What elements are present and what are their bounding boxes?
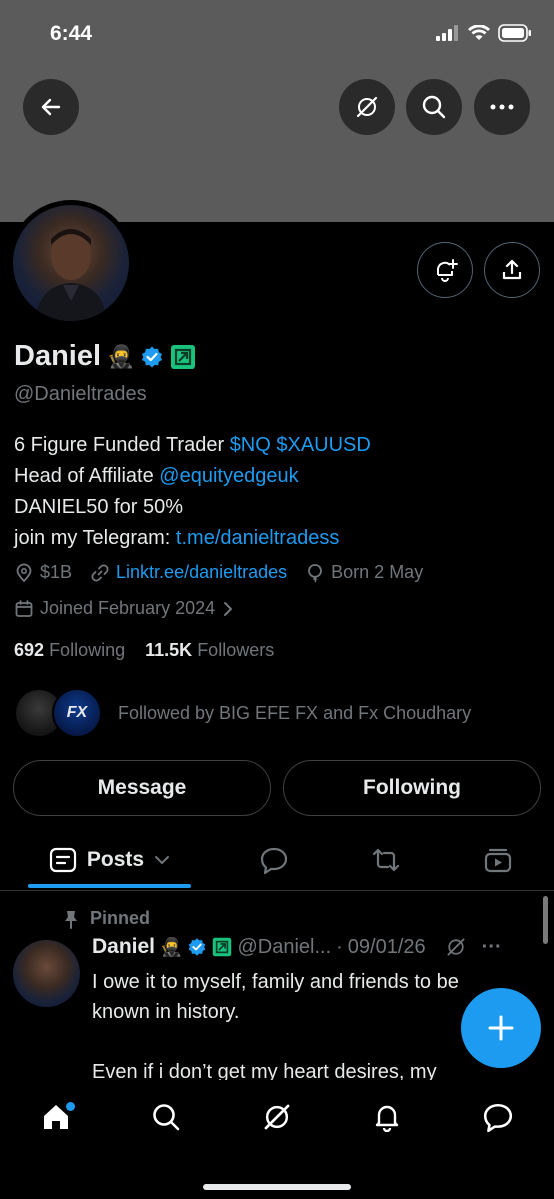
follow-counts: 692 Following 11.5K Followers xyxy=(14,640,274,661)
signal-icon xyxy=(436,25,458,41)
tab-reposts[interactable] xyxy=(358,830,414,890)
post-ninja-emoji: 🥷 xyxy=(160,936,183,957)
wifi-icon xyxy=(468,25,490,40)
ninja-emoji: 🥷 xyxy=(107,343,135,369)
profile-name: Daniel xyxy=(14,340,102,372)
bell-icon xyxy=(375,1105,399,1132)
post-affiliate-icon xyxy=(213,937,232,957)
location-pin-icon xyxy=(16,563,32,582)
scrollbar[interactable] xyxy=(543,896,548,944)
grok-icon xyxy=(356,96,378,118)
home-notification-dot xyxy=(66,1102,75,1111)
post-text: I owe it to myself, family and friends t… xyxy=(92,967,512,1087)
search-icon xyxy=(153,1104,180,1131)
battery-icon xyxy=(498,24,531,42)
profile-tabs: Posts xyxy=(0,830,554,890)
post-verified-icon xyxy=(189,938,206,956)
grok-button[interactable] xyxy=(339,79,395,135)
followed-by-text: Followed by BIG EFE FX and Fx Choudhary xyxy=(118,702,472,723)
post-grok-icon[interactable] xyxy=(445,936,467,958)
chat-bubble-icon xyxy=(483,1103,513,1132)
following-count-link[interactable]: 692 Following xyxy=(14,640,125,660)
compose-button[interactable] xyxy=(461,988,541,1068)
bio-line-3: DANIEL50 for 50% xyxy=(14,496,183,518)
grok-icon xyxy=(264,1104,290,1130)
following-button[interactable]: Following xyxy=(283,760,541,816)
avatar-image xyxy=(13,205,129,321)
repost-icon xyxy=(372,848,400,872)
profile-meta-row: $1B Linktr.ee/danieltrades Born 2 May xyxy=(14,562,423,583)
bio-line-2: Head of Affiliate @equityedgeuk xyxy=(14,465,299,487)
followed-by-row[interactable]: FX Followed by BIG EFE FX and Fx Choudha… xyxy=(14,688,471,738)
calendar-icon xyxy=(15,599,33,617)
profile-handle: @Danieltrades xyxy=(14,383,147,405)
arrow-left-icon xyxy=(41,98,61,116)
more-button[interactable] xyxy=(474,79,530,135)
tab-posts-label: Posts xyxy=(86,848,145,871)
cashtag-links[interactable]: $NQ $XAUUSD xyxy=(230,434,371,456)
notify-button[interactable] xyxy=(417,242,473,298)
tab-posts[interactable]: Posts xyxy=(28,830,191,890)
status-icons xyxy=(436,24,532,42)
search-icon xyxy=(422,95,446,119)
post-author-name[interactable]: Daniel xyxy=(92,935,155,959)
post-line-1: I owe it to myself, family and friends t… xyxy=(92,971,459,993)
share-button[interactable] xyxy=(484,242,540,298)
nav-grok[interactable] xyxy=(249,1094,305,1140)
media-icon xyxy=(484,848,512,873)
pinned-label-row: Pinned xyxy=(62,908,150,929)
home-indicator[interactable] xyxy=(203,1184,351,1190)
chevron-down-icon xyxy=(155,856,170,864)
profile-avatar[interactable] xyxy=(8,200,134,326)
nav-home[interactable] xyxy=(28,1094,84,1140)
share-icon xyxy=(502,259,522,280)
follower-avatar-2: FX xyxy=(52,688,102,738)
bell-plus-icon xyxy=(437,259,458,282)
location-item: $1B xyxy=(14,562,72,583)
nav-search[interactable] xyxy=(138,1094,194,1140)
post-separator: · xyxy=(336,935,343,958)
reply-bubble-icon xyxy=(260,847,288,874)
more-icon xyxy=(490,104,514,110)
balloon-icon xyxy=(308,563,323,583)
tab-replies[interactable] xyxy=(246,830,302,890)
affiliate-badge-icon xyxy=(171,344,196,369)
website-item[interactable]: Linktr.ee/danieltrades xyxy=(90,562,287,583)
profile-name-row: Daniel 🥷 xyxy=(14,340,196,373)
link-icon xyxy=(91,563,109,582)
bottom-nav xyxy=(0,1080,554,1199)
post-handle: @Daniel... xyxy=(237,935,332,958)
status-time: 6:44 xyxy=(50,22,93,45)
status-bar: 6:44 xyxy=(0,0,554,70)
plus-icon xyxy=(488,1015,514,1041)
joined-item[interactable]: Joined February 2024 xyxy=(14,598,235,619)
pin-icon xyxy=(65,910,77,929)
active-tab-indicator xyxy=(28,884,191,888)
followers-count-link[interactable]: 11.5K Followers xyxy=(145,640,274,660)
back-button[interactable] xyxy=(23,79,79,135)
tabs-divider xyxy=(0,890,554,891)
bio-line-1: 6 Figure Funded Trader $NQ $XAUUSD xyxy=(14,434,371,456)
message-button[interactable]: Message xyxy=(13,760,271,816)
mention-link[interactable]: @equityedgeuk xyxy=(159,465,298,487)
posts-icon xyxy=(49,847,77,873)
birthday-item: Born 2 May xyxy=(305,562,423,583)
nav-notifications[interactable] xyxy=(359,1094,415,1140)
fx-logo-text: FX xyxy=(66,704,88,721)
search-button[interactable] xyxy=(406,79,462,135)
post-header: Daniel 🥷 @Daniel... · 09/01/26 ··· xyxy=(92,935,502,959)
website-link[interactable]: Linktr.ee/danieltrades xyxy=(116,562,287,583)
tab-media[interactable] xyxy=(470,830,526,890)
post-more-button[interactable]: ··· xyxy=(482,936,502,959)
telegram-link[interactable]: t.me/danieltradess xyxy=(176,527,339,549)
joined-row[interactable]: Joined February 2024 xyxy=(14,598,235,619)
chevron-right-icon xyxy=(224,601,233,616)
profile-bio: 6 Figure Funded Trader $NQ $XAUUSD Head … xyxy=(14,430,371,554)
bio-line-4: join my Telegram: t.me/danieltradess xyxy=(14,527,340,549)
post-line-2: known in history. xyxy=(92,1001,240,1023)
post-date: 09/01/26 xyxy=(347,935,426,958)
post-avatar[interactable] xyxy=(13,940,80,1007)
verified-badge-icon xyxy=(142,346,163,367)
nav-messages[interactable] xyxy=(470,1094,526,1140)
